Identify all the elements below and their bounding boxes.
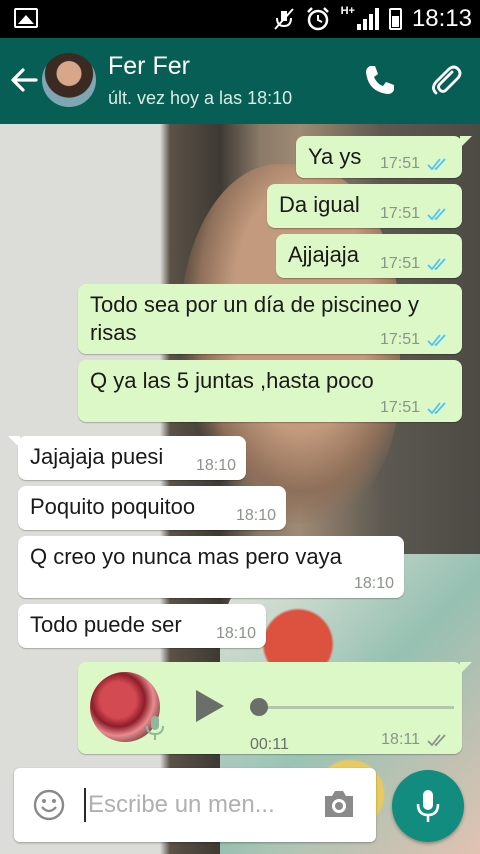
message-time: 18:10 [353,575,394,592]
contact-avatar[interactable] [42,53,96,107]
gallery-notification-icon [14,8,38,28]
message-time: 17:51 [379,155,420,172]
play-icon[interactable] [196,690,224,722]
outgoing-message[interactable]: Q ya las 5 juntas ,hasta poco 17:51 [78,360,462,422]
contact-name[interactable]: Fer Fer [108,52,190,81]
delivered-ticks-icon [427,734,446,747]
read-ticks-icon [427,208,446,221]
voice-mic-icon [146,716,164,740]
microphone-icon [416,790,440,822]
record-voice-button[interactable] [392,770,464,842]
status-time: 18:13 [411,5,472,32]
read-ticks-icon [427,158,446,171]
incoming-message[interactable]: Poquito poquitoo 18:10 [18,486,286,530]
message-text: Q creo yo nunca mas pero vaya [30,544,342,569]
message-time: 17:51 [379,205,420,222]
alarm-icon [306,7,329,31]
status-bar: H+ 18:13 [0,0,480,38]
outgoing-message[interactable]: Todo sea por un día de piscineo y risas … [78,284,462,354]
camera-icon[interactable] [322,788,356,820]
message-time: 17:51 [379,255,420,272]
voice-note-message[interactable]: 00:11 18:11 [78,662,472,754]
read-ticks-icon [427,402,446,415]
message-time: 17:51 [379,399,420,416]
phone-icon[interactable] [362,62,398,98]
message-time: 18:10 [215,625,256,642]
message-time: 18:10 [195,457,236,474]
attach-clip-icon[interactable] [428,62,464,98]
chat-area[interactable]: Ya ys 17:51 Da igual 17:51 Ajjajaja 17:5… [0,124,480,854]
message-text: Da igual [279,192,360,217]
message-input[interactable] [88,786,308,824]
text-cursor [84,788,86,822]
battery-icon [388,8,402,30]
message-text: Ajjajaja [288,242,359,267]
back-arrow-icon[interactable] [6,60,42,100]
outgoing-message[interactable]: Ya ys 17:51 [296,136,472,178]
audio-seek-knob[interactable] [250,698,268,716]
message-text: Ya ys [308,144,362,169]
emoji-icon[interactable] [32,788,66,822]
last-seen-status: últ. vez hoy a las 18:10 [108,88,293,108]
outgoing-message[interactable]: Ajjajaja 17:51 [276,234,462,278]
incoming-message[interactable]: Todo puede ser 18:10 [18,604,266,648]
message-text-line-2: risas [90,320,137,345]
read-ticks-icon [427,334,446,347]
message-text-line-1: Todo sea por un día de piscineo y [90,292,420,317]
message-text: Poquito poquitoo [30,494,196,519]
message-text: Todo puede ser [30,612,182,637]
message-text: Q ya las 5 juntas ,hasta poco [90,368,374,393]
network-type: H+ [340,5,355,17]
message-time: 18:11 [381,731,420,748]
outgoing-message[interactable]: Da igual 17:51 [267,184,462,228]
message-text: Jajajaja puesi [30,444,164,469]
mute-icon [273,8,294,30]
signal-icon [356,8,379,30]
voice-duration: 00:11 [250,736,289,753]
message-composer [14,768,376,842]
read-ticks-icon [427,258,446,271]
incoming-message[interactable]: Q creo yo nunca mas pero vaya 18:10 [18,536,404,598]
message-time: 18:10 [235,507,276,524]
message-time: 17:51 [379,331,420,348]
audio-seek-track[interactable] [258,706,454,709]
chat-header: Fer Fer últ. vez hoy a las 18:10 [0,38,480,124]
incoming-message[interactable]: Jajajaja puesi 18:10 [8,436,246,480]
